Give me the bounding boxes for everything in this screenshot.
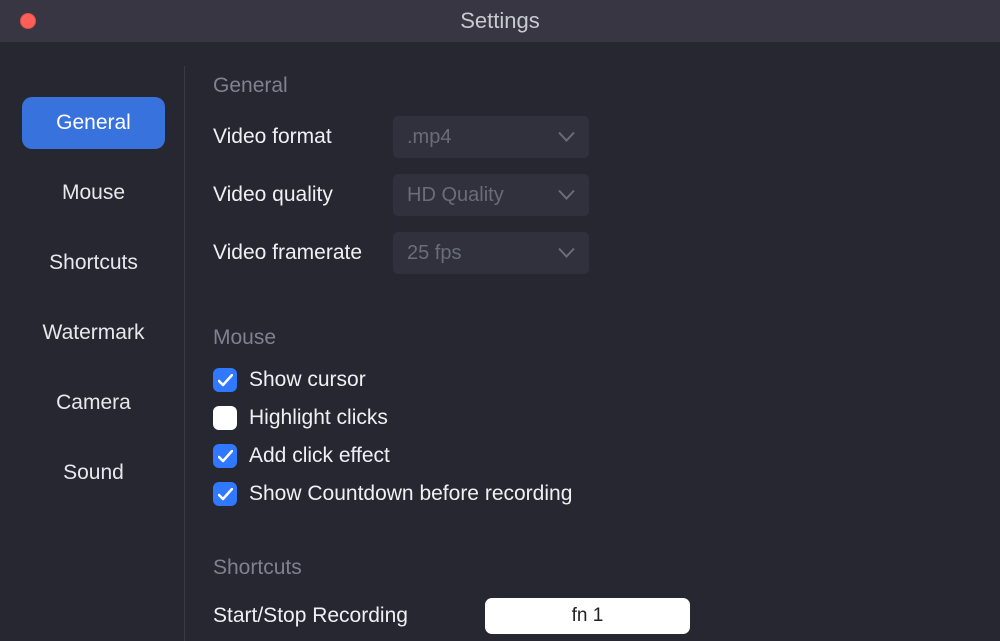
checkbox-show-cursor[interactable] [213, 368, 237, 392]
main-panel: General Video format .mp4 Video quality … [185, 42, 1000, 641]
chevron-down-icon [558, 190, 575, 201]
sidebar-item-label: Shortcuts [49, 251, 138, 275]
sidebar-item-label: General [56, 111, 131, 135]
check-icon [218, 488, 233, 501]
check-icon [218, 450, 233, 463]
select-video-format[interactable]: .mp4 [393, 116, 589, 158]
select-video-quality[interactable]: HD Quality [393, 174, 589, 216]
checkbox-highlight-clicks[interactable] [213, 406, 237, 430]
row-start-stop-recording: Start/Stop Recording fn 1 [213, 598, 970, 634]
check-icon [218, 374, 233, 387]
option-add-click-effect: Add click effect [213, 444, 970, 468]
section-title-mouse: Mouse [213, 326, 970, 350]
label-video-quality: Video quality [213, 183, 393, 207]
close-window-button[interactable] [20, 13, 36, 29]
body-area: General Mouse Shortcuts Watermark Camera… [0, 42, 1000, 641]
checkbox-label: Show cursor [249, 368, 366, 392]
option-highlight-clicks: Highlight clicks [213, 406, 970, 430]
label-start-stop-recording: Start/Stop Recording [213, 604, 485, 628]
window-title: Settings [0, 8, 1000, 34]
sidebar-item-label: Sound [63, 461, 124, 485]
label-video-format: Video format [213, 125, 393, 149]
sidebar-item-general[interactable]: General [22, 97, 165, 149]
sidebar-item-watermark[interactable]: Watermark [22, 307, 165, 359]
label-video-framerate: Video framerate [213, 241, 393, 265]
sidebar-item-sound[interactable]: Sound [22, 447, 165, 499]
titlebar: Settings [0, 0, 1000, 42]
select-value: 25 fps [407, 242, 461, 265]
checkbox-add-click-effect[interactable] [213, 444, 237, 468]
shortcut-value: fn 1 [572, 605, 604, 627]
select-value: .mp4 [407, 126, 451, 149]
section-title-general: General [213, 74, 970, 98]
sidebar-item-label: Camera [56, 391, 131, 415]
row-video-format: Video format .mp4 [213, 116, 970, 158]
chevron-down-icon [558, 132, 575, 143]
chevron-down-icon [558, 248, 575, 259]
option-show-countdown: Show Countdown before recording [213, 482, 970, 506]
sidebar-item-camera[interactable]: Camera [22, 377, 165, 429]
section-title-shortcuts: Shortcuts [213, 556, 970, 580]
row-video-framerate: Video framerate 25 fps [213, 232, 970, 274]
select-value: HD Quality [407, 184, 504, 207]
sidebar-item-label: Mouse [62, 181, 125, 205]
checkbox-show-countdown[interactable] [213, 482, 237, 506]
sidebar-item-mouse[interactable]: Mouse [22, 167, 165, 219]
sidebar-item-shortcuts[interactable]: Shortcuts [22, 237, 165, 289]
checkbox-label: Highlight clicks [249, 406, 388, 430]
sidebar: General Mouse Shortcuts Watermark Camera… [0, 42, 185, 641]
sidebar-item-label: Watermark [43, 321, 145, 345]
option-show-cursor: Show cursor [213, 368, 970, 392]
select-video-framerate[interactable]: 25 fps [393, 232, 589, 274]
checkbox-label: Add click effect [249, 444, 390, 468]
shortcut-field-start-stop[interactable]: fn 1 [485, 598, 690, 634]
checkbox-label: Show Countdown before recording [249, 482, 572, 506]
row-video-quality: Video quality HD Quality [213, 174, 970, 216]
